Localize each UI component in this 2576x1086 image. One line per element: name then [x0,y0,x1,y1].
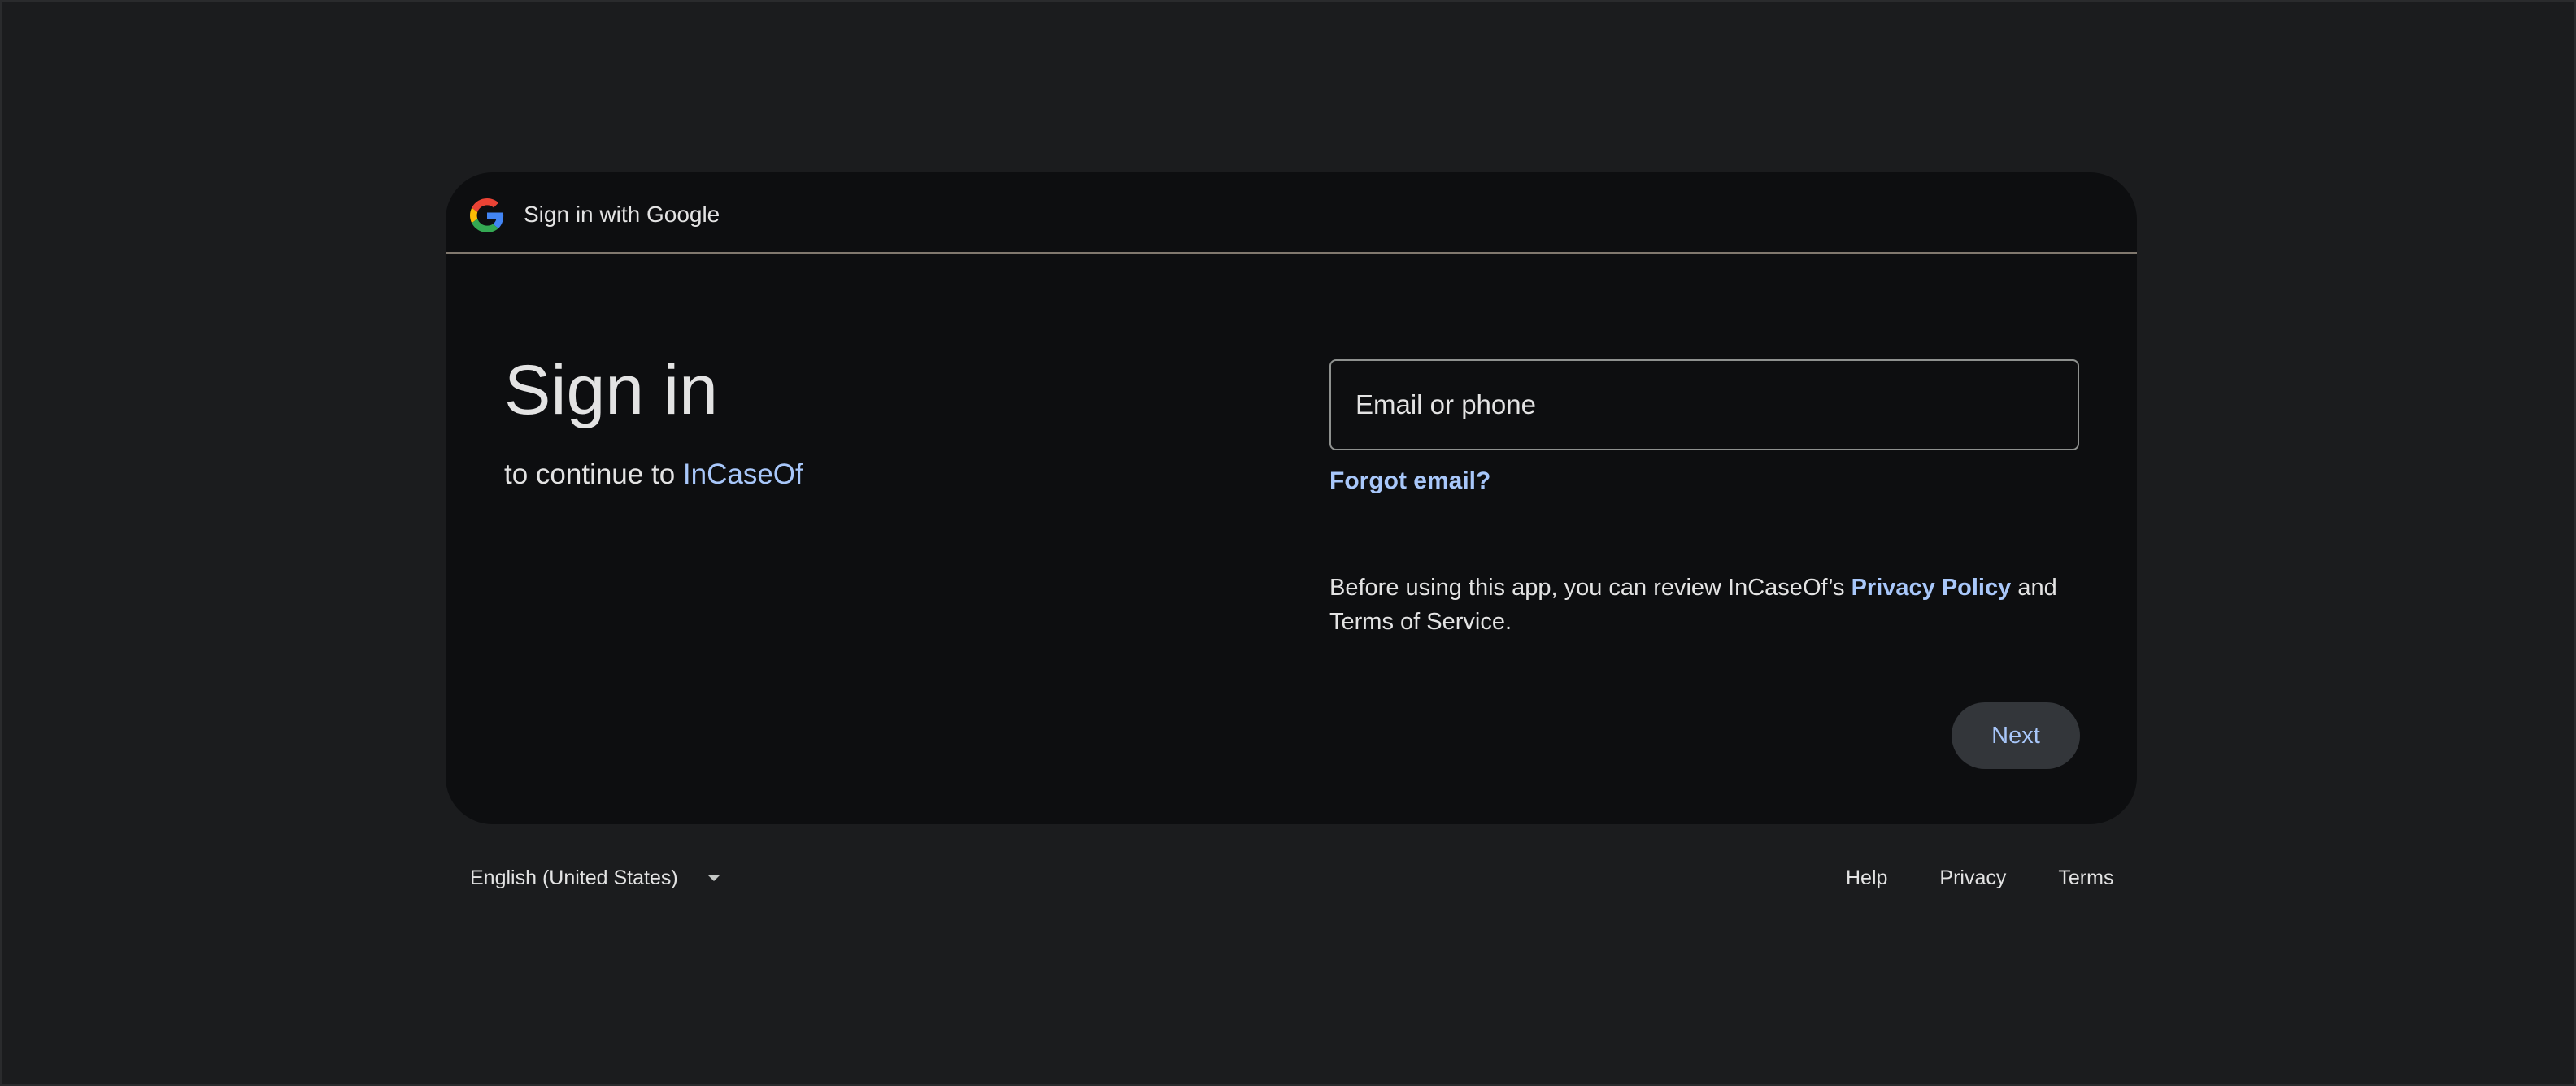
sign-in-card: Sign in with Google Sign in to continue … [446,172,2137,824]
email-input[interactable] [1331,361,2078,449]
subtitle-prefix: to continue to [504,458,676,490]
terms-link[interactable]: Terms [2058,867,2113,890]
privacy-link[interactable]: Privacy [1939,867,2006,890]
subtitle: to continue to InCaseOf [504,457,803,493]
header-title: Sign in with Google [524,202,720,227]
language-selector[interactable]: English (United States) [470,863,720,893]
google-g-icon [470,198,504,232]
next-button[interactable]: Next [1952,702,2080,769]
privacy-notice: Before using this app, you can review In… [1329,571,2078,639]
page-title: Sign in [504,351,718,429]
app-name-link[interactable]: InCaseOf [683,458,803,490]
privacy-policy-link[interactable]: Privacy Policy [1852,575,2012,601]
caret-down-icon [707,875,720,881]
help-link[interactable]: Help [1846,867,1887,890]
notice-prefix: Before using this app, you can review In… [1329,575,1845,601]
email-field[interactable] [1329,359,2079,450]
footer-links: Help Privacy Terms [1846,863,2113,893]
language-label: English (United States) [470,866,678,889]
forgot-email-link[interactable]: Forgot email? [1329,465,1490,497]
card-header: Sign in with Google [446,172,2137,254]
